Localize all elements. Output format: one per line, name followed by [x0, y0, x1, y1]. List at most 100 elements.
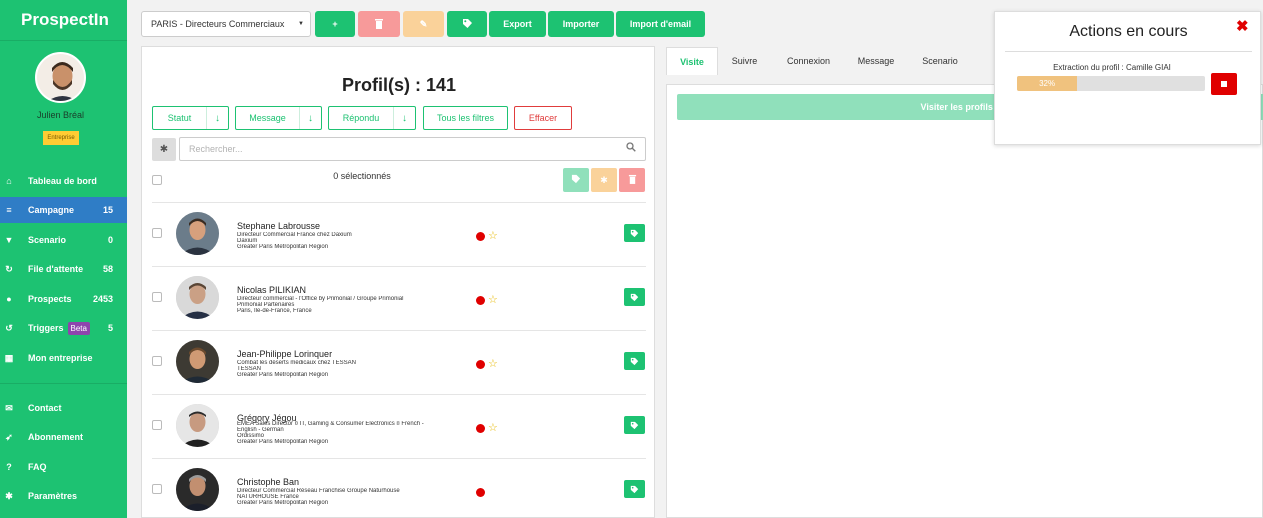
all-filters-button[interactable]: Tous les filtres — [423, 106, 508, 130]
row-checkbox[interactable] — [152, 484, 162, 494]
filter-repondu-button[interactable]: Répondu ↓ — [328, 106, 416, 130]
tab-scenario[interactable]: Scenario — [914, 47, 966, 75]
sidebar-divider — [0, 383, 127, 384]
user-avatar[interactable] — [35, 52, 86, 103]
search-input[interactable] — [179, 137, 646, 161]
plan-badge: Entreprise — [43, 131, 79, 145]
status-dot — [476, 296, 485, 305]
filter-statut-button[interactable]: Statut ↓ — [152, 106, 229, 130]
profile-location: Greater Paris Metropolitan Region — [237, 244, 329, 250]
stop-button[interactable] — [1211, 73, 1237, 95]
profile-row[interactable]: Stephane Labrousse Directeur Commercial … — [142, 202, 656, 266]
sidebar-item-mon-entreprise[interactable]: ▦ Mon entreprise — [0, 345, 127, 371]
export-button[interactable]: Export — [489, 11, 546, 37]
tab-suivre[interactable]: Suivre — [722, 47, 767, 75]
delete-campaign-button[interactable] — [358, 11, 400, 37]
filter-icon: ▼ — [4, 235, 14, 245]
profile-tag-button[interactable] — [624, 416, 645, 434]
campaign-select[interactable]: PARIS - Directeurs Commerciaux ▼ — [141, 11, 311, 37]
sidebar-item-parametres[interactable]: ✱ Paramètres — [0, 483, 127, 509]
sidebar-item-campagne[interactable]: ≡ Campagne 15 — [0, 197, 127, 223]
profile-name[interactable]: Stephane Labrousse — [237, 221, 320, 231]
app-logo[interactable]: ProspectIn — [0, 0, 127, 41]
sidebar-item-abonnement[interactable]: ➶ Abonnement — [0, 424, 127, 450]
sidebar-item-label: Mon entreprise — [28, 353, 93, 363]
profile-tag-button[interactable] — [624, 352, 645, 370]
trash-icon — [374, 18, 384, 31]
row-checkbox[interactable] — [152, 420, 162, 430]
clear-filters-button[interactable]: Effacer — [514, 106, 572, 130]
sidebar-item-tableau-de-bord[interactable]: ⌂ Tableau de bord — [0, 168, 127, 194]
question-icon: ? — [6, 462, 12, 472]
tag-campaign-button[interactable] — [447, 11, 487, 37]
arrow-down-icon: ↓ — [206, 107, 228, 129]
status-dot — [476, 360, 485, 369]
sidebar-item-contact[interactable]: ✉ Contact — [0, 395, 127, 421]
filter-label: Statut — [167, 113, 192, 123]
sidebar-item-prospects[interactable]: ● Prospects 2453 — [0, 286, 127, 312]
actions-popup: Actions en cours ✖ Extraction du profil … — [994, 11, 1261, 145]
bulk-settings-button[interactable]: ✱ — [591, 168, 617, 192]
status-dot — [476, 424, 485, 433]
star-icon[interactable]: ☆ — [488, 293, 498, 306]
profile-tag-button[interactable] — [624, 224, 645, 242]
sidebar-item-scenario[interactable]: ▼ Scenario 0 — [0, 227, 127, 253]
tag-icon — [571, 174, 581, 186]
import-email-button[interactable]: Import d'email — [616, 11, 705, 37]
bulk-tag-button[interactable] — [563, 168, 589, 192]
sidebar-item-file-d-attente[interactable]: ↻ File d'attente 58 — [0, 256, 127, 282]
star-icon[interactable]: ☆ — [488, 229, 498, 242]
tab-connexion[interactable]: Connexion — [776, 47, 841, 75]
avatar — [176, 404, 219, 447]
profile-name[interactable]: Jean-Philippe Lorinquer — [237, 349, 332, 359]
sidebar-item-label: File d'attente — [28, 264, 84, 274]
extraction-label: Extraction du profil : Camille GIAI — [1053, 63, 1171, 72]
beta-badge: Beta — [67, 321, 90, 335]
bulk-delete-button[interactable] — [619, 168, 645, 192]
avatar — [176, 276, 219, 319]
profile-row[interactable]: Jean-Philippe Lorinquer Combat les déser… — [142, 330, 656, 394]
row-checkbox[interactable] — [152, 292, 162, 302]
profile-tag-button[interactable] — [624, 288, 645, 306]
close-icon[interactable]: ✖ — [1236, 17, 1249, 35]
star-icon[interactable]: ☆ — [488, 421, 498, 434]
trash-icon — [628, 174, 637, 186]
sidebar-item-triggers[interactable]: ↺ Triggers Beta 5 — [0, 315, 127, 341]
sidebar-item-count: 58 — [102, 264, 113, 274]
user-icon: ● — [6, 294, 12, 304]
filter-message-button[interactable]: Message ↓ — [235, 106, 322, 130]
profile-name[interactable]: Nicolas PILIKIAN — [237, 285, 306, 295]
arrow-down-icon: ↓ — [299, 107, 321, 129]
profile-row[interactable]: Grégory Jégou EMEA Sales Director ¤ IT, … — [142, 394, 656, 458]
settings-button[interactable]: ✱ — [152, 138, 176, 161]
arrow-down-icon: ↓ — [393, 107, 415, 129]
avatar — [176, 340, 219, 383]
sidebar-item-count: 2453 — [92, 294, 113, 304]
profile-row[interactable]: Nicolas PILIKIAN Directeur commercial - … — [142, 266, 656, 330]
sidebar-item-label: Scenario — [28, 235, 67, 245]
extraction-progress: 32% — [1017, 76, 1205, 91]
profile-name[interactable]: Christophe Ban — [237, 477, 299, 487]
profile-tag-button[interactable] — [624, 480, 645, 498]
add-campaign-button[interactable]: + — [315, 11, 355, 37]
profile-row[interactable]: Christophe Ban Directeur Commercial Rése… — [142, 458, 656, 518]
row-checkbox[interactable] — [152, 356, 162, 366]
campaign-select-value: PARIS - Directeurs Commerciaux — [151, 19, 285, 29]
sidebar-item-faq[interactable]: ? FAQ — [0, 454, 127, 480]
profile-location: Paris, Île-de-France, France — [237, 308, 312, 314]
row-checkbox[interactable] — [152, 228, 162, 238]
history-icon: ↺ — [5, 322, 13, 333]
avatar — [176, 212, 219, 255]
tab-visite[interactable]: Visite — [666, 47, 718, 75]
star-icon[interactable]: ☆ — [488, 357, 498, 370]
select-all-checkbox[interactable] — [152, 175, 162, 185]
filter-label: Tous les filtres — [436, 113, 495, 123]
sidebar: ProspectIn Julien Bréal Entreprise ⌂ Tab… — [0, 0, 127, 518]
refresh-icon: ↻ — [5, 263, 13, 274]
actions-divider — [1005, 51, 1252, 52]
import-button[interactable]: Importer — [548, 11, 614, 37]
profile-location: Greater Paris Metropolitan Region — [237, 439, 329, 445]
filter-label: Effacer — [528, 113, 558, 123]
edit-campaign-button[interactable]: ✎ — [403, 11, 444, 37]
tab-message[interactable]: Message — [850, 47, 902, 75]
